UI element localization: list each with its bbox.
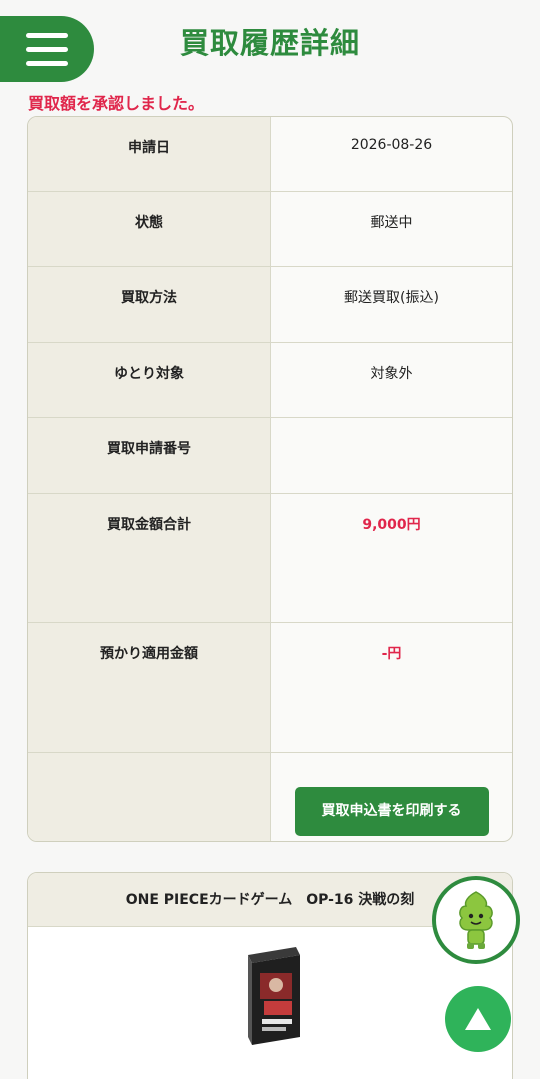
deposit-label: 預かり適用金額 [28,623,271,752]
deposit-value: -円 [381,646,402,662]
application-date-value: 2026-08-26 [350,137,433,153]
mascot-icon [459,891,493,949]
arrow-up-icon [465,1008,491,1030]
application-no-value [271,418,512,493]
total-label: 買取金額合計 [28,494,271,622]
method-value: 郵送買取(振込) [344,290,439,306]
print-row-label [28,753,271,841]
approval-notice: 買取額を承認しました。 [28,94,205,113]
yutori-label: ゆとり対象 [28,343,271,417]
row-total: 買取金額合計 9,000円 [28,494,512,623]
mascot-button[interactable] [432,876,520,964]
status-value: 郵送中 [370,215,413,231]
row-method: 買取方法 郵送買取(振込) [28,267,512,343]
status-label: 状態 [28,192,271,266]
print-row-cell: 買取申込書を印刷する [271,753,512,841]
row-application-date: 申請日 2026-08-26 [28,117,512,192]
row-deposit: 預かり適用金額 -円 [28,623,512,753]
row-print: 買取申込書を印刷する [28,753,512,841]
method-label: 買取方法 [28,267,271,342]
row-status: 状態 郵送中 [28,192,512,267]
page-title: 買取履歴詳細 [179,26,360,60]
row-yutori: ゆとり対象 対象外 [28,343,512,418]
print-application-button[interactable]: 買取申込書を印刷する [294,787,489,836]
application-no-label: 買取申請番号 [28,418,271,493]
yutori-value: 対象外 [370,366,413,382]
row-application-no: 買取申請番号 [28,418,512,494]
scroll-to-top-button[interactable] [445,986,511,1052]
product-box-image[interactable] [240,941,304,1047]
total-value: 9,000円 [362,517,421,533]
application-date-label: 申請日 [28,117,271,191]
detail-table: 申請日 2026-08-26 状態 郵送中 買取方法 郵送買取(振込) ゆとり対… [27,116,513,842]
page: 買取履歴詳細 買取額を承認しました。 申請日 2026-08-26 状態 郵送中… [0,0,540,1079]
